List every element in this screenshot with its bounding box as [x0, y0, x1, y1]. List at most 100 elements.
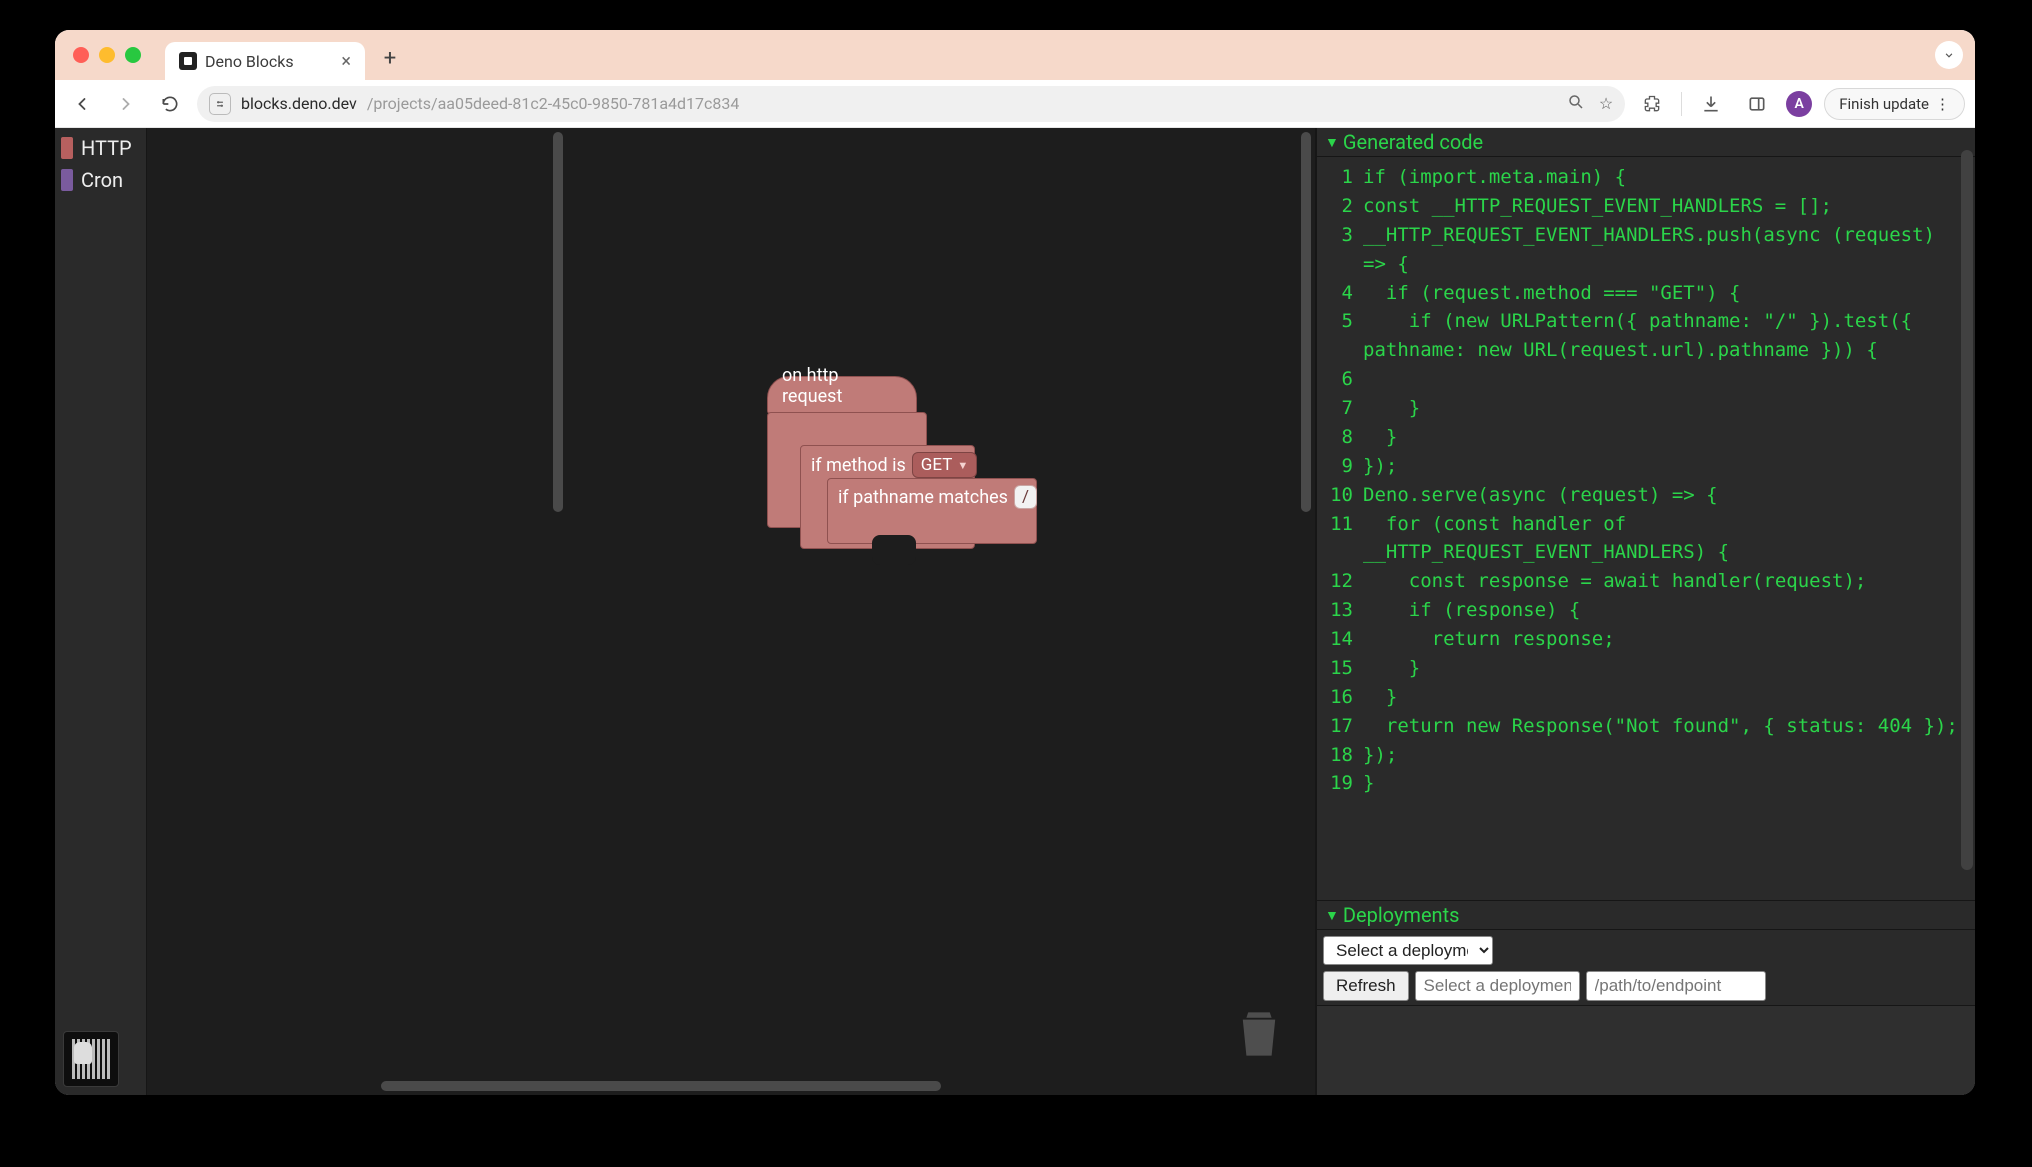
tab-overflow-icon[interactable] — [1935, 41, 1963, 69]
profile-avatar[interactable]: A — [1786, 91, 1812, 117]
code-line: 14 return response; — [1327, 625, 1965, 654]
close-tab-icon[interactable]: × — [341, 51, 351, 72]
refresh-button[interactable]: Refresh — [1323, 971, 1409, 1001]
tab-title: Deno Blocks — [205, 52, 294, 71]
block-stack[interactable]: on http request if method is GET ▼ — [767, 376, 927, 528]
block-input-slot[interactable] — [872, 535, 916, 565]
block-if-method[interactable]: if method is GET ▼ if pathname matches — [800, 445, 975, 549]
toolbox-scrollbar[interactable] — [553, 132, 563, 512]
block-on-http-request-body[interactable]: if method is GET ▼ if pathname matches — [767, 412, 927, 528]
deployment-input[interactable] — [1415, 971, 1580, 1001]
code-line: 16 } — [1327, 683, 1965, 712]
browser-tab[interactable]: Deno Blocks × — [165, 42, 365, 80]
method-dropdown[interactable]: GET ▼ — [912, 452, 977, 478]
block-if-pathname[interactable]: if pathname matches / — [827, 478, 1037, 544]
new-tab-button[interactable]: + — [375, 43, 405, 73]
category-label: HTTP — [81, 136, 132, 160]
extensions-icon[interactable] — [1635, 87, 1669, 121]
line-number: 2 — [1327, 192, 1353, 221]
line-number: 14 — [1327, 625, 1353, 654]
code-text: } — [1363, 423, 1397, 452]
refresh-label: Refresh — [1336, 976, 1396, 995]
code-line: 4 if (request.method === "GET") { — [1327, 279, 1965, 308]
address-bar[interactable]: blocks.deno.dev/projects/aa05deed-81c2-4… — [197, 86, 1625, 122]
pathname-value: / — [1022, 487, 1029, 507]
toolbox-category-cron[interactable]: Cron — [55, 164, 146, 196]
line-number: 15 — [1327, 654, 1353, 683]
line-number: 1 — [1327, 163, 1353, 192]
line-number: 4 — [1327, 279, 1353, 308]
side-panel-icon[interactable] — [1740, 87, 1774, 121]
finish-update-button[interactable]: Finish update ⋮ — [1824, 88, 1965, 120]
code-scrollbar[interactable] — [1961, 150, 1973, 870]
line-number: 3 — [1327, 221, 1353, 279]
close-window-icon[interactable] — [73, 47, 89, 63]
method-value: GET — [921, 455, 953, 475]
line-number: 13 — [1327, 596, 1353, 625]
chevron-down-icon: ▼ — [957, 459, 968, 472]
workspace-vertical-scrollbar[interactable] — [1301, 132, 1311, 1091]
endpoint-path-input[interactable] — [1586, 971, 1766, 1001]
disclosure-triangle-icon: ▼ — [1325, 907, 1339, 924]
deployments-header[interactable]: ▼ Deployments — [1317, 901, 1975, 930]
reload-button[interactable] — [153, 87, 187, 121]
line-number: 7 — [1327, 394, 1353, 423]
trash-icon[interactable] — [1237, 1007, 1281, 1061]
code-line: 15 } — [1327, 654, 1965, 683]
download-icon[interactable] — [1694, 87, 1728, 121]
code-line: 9}); — [1327, 452, 1965, 481]
deployments-section: ▼ Deployments Select a deployment Refres… — [1317, 900, 1975, 1095]
panel-title: Generated code — [1343, 130, 1483, 154]
avatar-letter: A — [1795, 96, 1804, 112]
zoom-icon[interactable] — [1567, 93, 1585, 115]
kebab-icon: ⋮ — [1935, 95, 1950, 113]
deployment-select[interactable]: Select a deployment — [1323, 936, 1493, 965]
code-line: 12 const response = await handler(reques… — [1327, 567, 1965, 596]
code-line: 2const __HTTP_REQUEST_EVENT_HANDLERS = [… — [1327, 192, 1965, 221]
browser-toolbar: blocks.deno.dev/projects/aa05deed-81c2-4… — [55, 80, 1975, 128]
forward-button[interactable] — [109, 87, 143, 121]
finish-update-label: Finish update — [1839, 95, 1929, 113]
toolbox-category-http[interactable]: HTTP — [55, 132, 146, 164]
blockly-workspace[interactable]: on http request if method is GET ▼ — [147, 128, 1315, 1095]
code-line: 7 } — [1327, 394, 1965, 423]
maximize-window-icon[interactable] — [125, 47, 141, 63]
code-text: const response = await handler(request); — [1363, 567, 1866, 596]
deno-logo-icon — [63, 1031, 119, 1087]
url-host: blocks.deno.dev — [241, 94, 357, 113]
generated-code-header[interactable]: ▼ Generated code — [1317, 128, 1975, 157]
line-number: 8 — [1327, 423, 1353, 452]
line-number: 16 — [1327, 683, 1353, 712]
code-text: } — [1363, 654, 1420, 683]
panel-title: Deployments — [1343, 903, 1460, 927]
browser-window: Deno Blocks × + blocks.deno.dev/projects… — [55, 30, 1975, 1095]
code-line: 19} — [1327, 769, 1965, 798]
minimize-window-icon[interactable] — [99, 47, 115, 63]
window-controls — [73, 47, 141, 63]
code-line: 1if (import.meta.main) { — [1327, 163, 1965, 192]
pathname-input[interactable]: / — [1014, 485, 1037, 509]
code-line: 11 for (const handler of __HTTP_REQUEST_… — [1327, 510, 1965, 568]
line-number: 12 — [1327, 567, 1353, 596]
line-number: 19 — [1327, 769, 1353, 798]
site-settings-icon[interactable] — [209, 93, 231, 115]
workspace-horizontal-scrollbar[interactable] — [151, 1081, 1311, 1091]
bookmark-icon[interactable]: ☆ — [1599, 94, 1613, 113]
line-number: 17 — [1327, 712, 1353, 741]
code-text: if (response) { — [1363, 596, 1580, 625]
code-line: 18}); — [1327, 741, 1965, 770]
url-path: /projects/aa05deed-81c2-45c0-9850-781a4d… — [367, 94, 740, 113]
block-on-http-request[interactable]: on http request — [767, 376, 917, 414]
code-line: 10Deno.serve(async (request) => { — [1327, 481, 1965, 510]
code-text: __HTTP_REQUEST_EVENT_HANDLERS.push(async… — [1363, 221, 1965, 279]
code-text: return response; — [1363, 625, 1615, 654]
code-text: } — [1363, 683, 1397, 712]
back-button[interactable] — [65, 87, 99, 121]
code-line: 6 — [1327, 365, 1965, 394]
code-line: 8 } — [1327, 423, 1965, 452]
generated-code-area: 1if (import.meta.main) {2const __HTTP_RE… — [1317, 157, 1975, 900]
code-line: 17 return new Response("Not found", { st… — [1327, 712, 1965, 741]
category-label: Cron — [81, 168, 123, 192]
line-number: 6 — [1327, 365, 1353, 394]
line-number: 10 — [1327, 481, 1353, 510]
